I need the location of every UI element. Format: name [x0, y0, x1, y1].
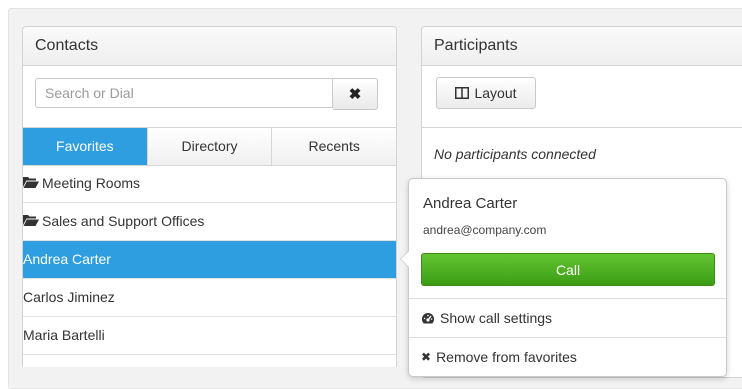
contact-tabs: Favorites Directory Recents [23, 127, 397, 166]
layout-button-label: Layout [474, 85, 517, 101]
contacts-title: Contacts [23, 27, 396, 66]
clear-search-button[interactable]: ✖ [333, 78, 378, 110]
show-call-settings-button[interactable]: Show call settings [421, 310, 552, 326]
close-icon: ✖ [348, 86, 362, 103]
list-item-andrea-carter[interactable]: Andrea Carter [23, 241, 396, 279]
popover-divider [409, 337, 726, 338]
popover-arrow [400, 250, 409, 268]
participants-title: Participants [422, 27, 742, 66]
popover-divider [409, 298, 726, 299]
search-input[interactable] [35, 78, 333, 108]
tab-directory[interactable]: Directory [147, 128, 273, 165]
contacts-panel: Contacts ✖ Favorites Directory Recents M… [22, 26, 397, 367]
layout-button[interactable]: Layout [436, 77, 536, 109]
tab-recents[interactable]: Recents [272, 128, 397, 165]
list-item-maria-bartelli[interactable]: Maria Bartelli [23, 317, 396, 355]
contact-popover: Andrea Carter andrea@company.com Call Sh… [400, 178, 727, 377]
folder-open-icon [23, 177, 39, 188]
list-item-carlos-jiminez[interactable]: Carlos Jiminez [23, 279, 396, 317]
close-icon: ✖ [421, 350, 432, 364]
no-participants-text: No participants connected [434, 146, 596, 162]
tab-favorites[interactable]: Favorites [23, 128, 148, 165]
list-item-sales-offices[interactable]: Sales and Support Offices [23, 203, 396, 241]
columns-icon [455, 87, 470, 99]
dashboard-icon [421, 312, 435, 323]
contact-list: Meeting Rooms Sales and Support Offices … [23, 165, 396, 355]
popover-contact-name: Andrea Carter [423, 195, 518, 212]
remove-from-favorites-label: Remove from favorites [436, 349, 577, 365]
folder-open-icon [23, 215, 39, 226]
list-item-meeting-rooms[interactable]: Meeting Rooms [23, 165, 396, 203]
search-bar: ✖ [35, 78, 380, 110]
popover-contact-email: andrea@company.com [423, 223, 547, 237]
show-call-settings-label: Show call settings [440, 310, 553, 326]
remove-from-favorites-button[interactable]: ✖ Remove from favorites [421, 349, 577, 365]
call-button[interactable]: Call [421, 253, 715, 286]
participants-divider [422, 127, 742, 128]
